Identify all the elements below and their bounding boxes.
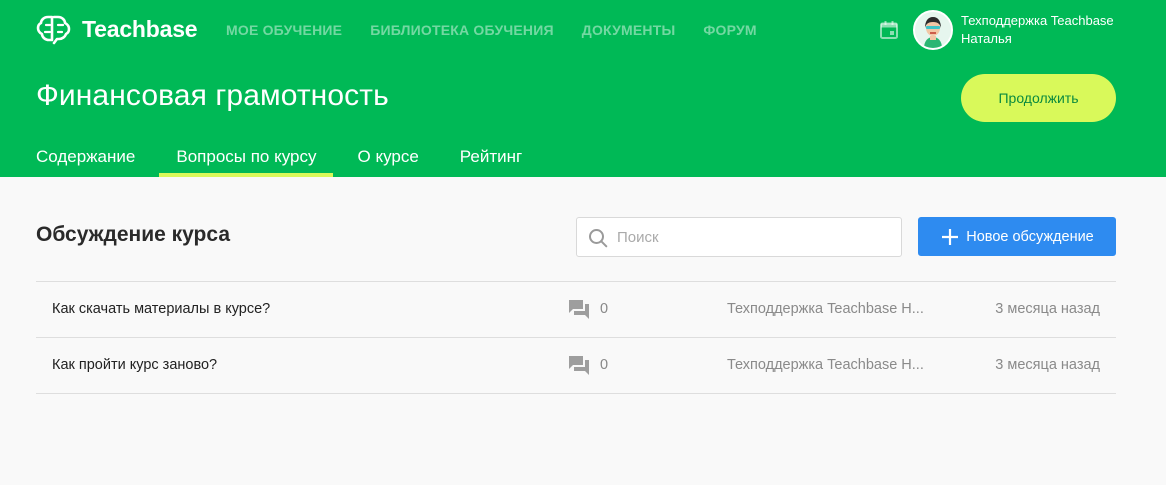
continue-button[interactable]: Продолжить [961,74,1116,122]
table-row[interactable]: Как пройти курс заново? 0 Техподдержка T… [36,338,1116,394]
brain-logo-icon [36,15,71,45]
section-title: Обсуждение курса [36,223,231,246]
course-header: Teachbase МОЕ ОБУЧЕНИЕ БИБЛИОТЕКА ОБУЧЕН… [0,0,1166,177]
logo-text: Teachbase [82,15,198,42]
discussion-date: 3 месяца назад [995,357,1100,373]
nav-my-learning[interactable]: МОЕ ОБУЧЕНИЕ [226,21,342,39]
course-tabs: Содержание Вопросы по курсу О курсе Рейт… [36,137,563,177]
course-title: Финансовая грамотность [36,79,389,112]
top-navbar: Teachbase МОЕ ОБУЧЕНИЕ БИБЛИОТЕКА ОБУЧЕН… [0,0,1166,60]
logo[interactable]: Teachbase [36,13,198,45]
tab-contents[interactable]: Содержание [36,137,135,177]
user-avatar-icon [915,12,951,48]
user-menu[interactable]: Техподдержка Teachbase Наталья [961,12,1141,48]
tab-course-questions[interactable]: Вопросы по курсу [159,137,333,177]
search-icon [589,229,608,248]
user-name: Техподдержка Teachbase [961,13,1114,28]
search-input[interactable] [617,218,897,256]
discussion-author: Техподдержка Teachbase Н... [727,357,924,373]
discussion-title: Как скачать материалы в курсе? [52,301,271,317]
tab-about[interactable]: О курсе [358,137,419,177]
tab-rating[interactable]: Рейтинг [460,137,522,177]
user-subtitle: Наталья [961,31,1012,46]
plus-icon [942,228,959,245]
search-box [576,217,902,257]
new-discussion-button[interactable]: Новое обсуждение [918,217,1116,256]
main-nav: МОЕ ОБУЧЕНИЕ БИБЛИОТЕКА ОБУЧЕНИЯ ДОКУМЕН… [226,21,757,39]
nav-documents[interactable]: ДОКУМЕНТЫ [582,21,676,39]
discussion-title: Как пройти курс заново? [52,357,218,373]
chat-icon [569,300,589,319]
chat-icon [569,356,589,375]
calendar-icon[interactable] [879,20,899,40]
nav-forum[interactable]: ФОРУМ [703,21,756,39]
reply-count: 0 [600,357,609,373]
reply-count: 0 [600,301,609,317]
discussion-date: 3 месяца назад [995,301,1100,317]
avatar[interactable] [913,10,953,50]
table-row[interactable]: Как скачать материалы в курсе? 0 Техподд… [36,282,1116,338]
nav-library[interactable]: БИБЛИОТЕКА ОБУЧЕНИЯ [370,21,554,39]
discussion-list: Как скачать материалы в курсе? 0 Техподд… [36,281,1116,394]
discussion-author: Техподдержка Teachbase Н... [727,301,924,317]
new-discussion-label: Новое обсуждение [966,228,1094,245]
